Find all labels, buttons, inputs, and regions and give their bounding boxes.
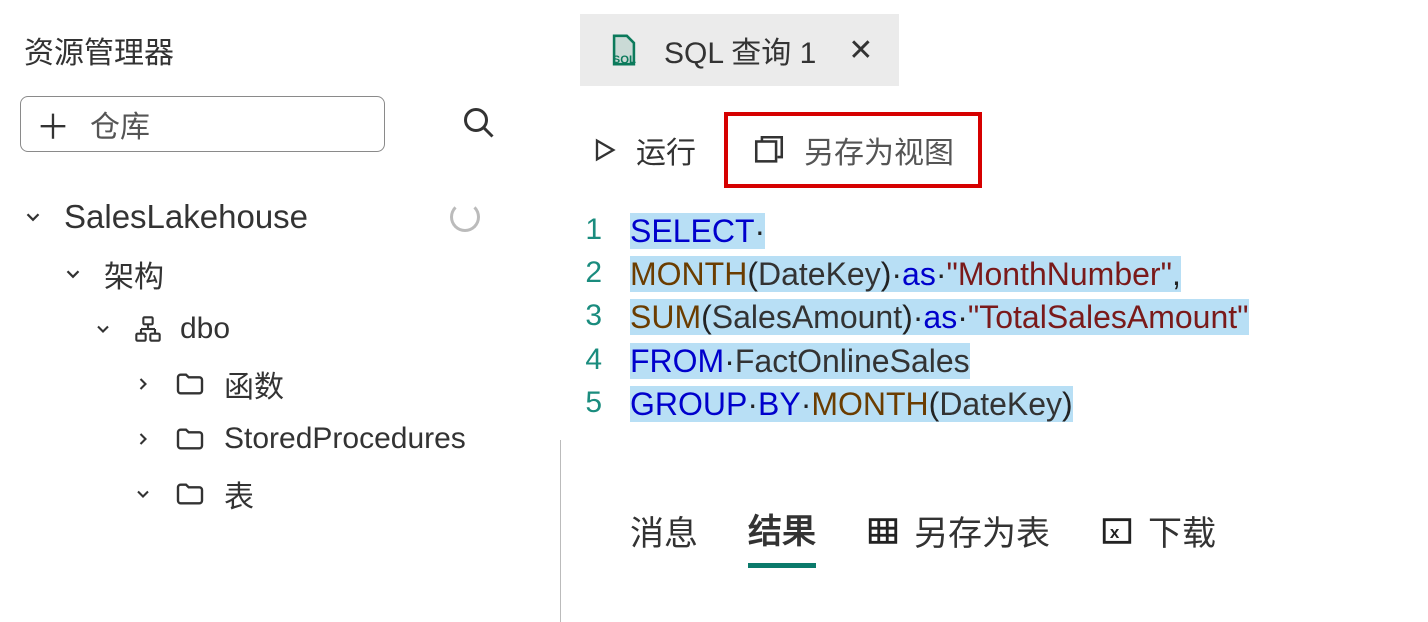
search-icon bbox=[461, 105, 497, 141]
code-line: 2 MONTH(DateKey)·as·"MonthNumber", bbox=[570, 253, 1408, 296]
tab-label: SQL 查询 1 bbox=[664, 28, 816, 72]
code-line: 4 FROM·FactOnlineSales bbox=[570, 340, 1408, 383]
tree-storedprocedures-row[interactable]: StoredProcedures bbox=[20, 414, 540, 464]
folder-icon bbox=[174, 368, 206, 400]
save-table-label: 另存为表 bbox=[914, 506, 1050, 555]
schema-icon bbox=[134, 315, 162, 343]
storedprocedures-label: StoredProcedures bbox=[224, 422, 466, 456]
explorer-tree: SalesLakehouse 架构 dbo 函数 bbox=[20, 190, 540, 524]
divider bbox=[560, 440, 561, 622]
tree-database-row[interactable]: SalesLakehouse bbox=[20, 190, 540, 244]
tree-functions-row[interactable]: 函数 bbox=[20, 354, 540, 414]
editor-panel: SQL SQL 查询 1 ✕ 运行 另存为视图 1 SELECT· 2 MONT… bbox=[560, 0, 1428, 622]
schema-group-label: 架构 bbox=[104, 252, 164, 296]
chevron-down-icon bbox=[130, 481, 156, 507]
line-number: 3 bbox=[570, 296, 630, 337]
line-number: 5 bbox=[570, 383, 630, 424]
tables-label: 表 bbox=[224, 472, 254, 516]
chevron-down-icon bbox=[60, 261, 86, 287]
code-line: 5 GROUP·BY·MONTH(DateKey) bbox=[570, 383, 1408, 426]
tree-dbo-row[interactable]: dbo bbox=[20, 304, 540, 354]
code-line: 3 SUM(SalesAmount)·as·"TotalSalesAmount" bbox=[570, 296, 1408, 339]
database-label: SalesLakehouse bbox=[64, 198, 308, 236]
search-button[interactable] bbox=[455, 99, 503, 150]
query-tab[interactable]: SQL SQL 查询 1 ✕ bbox=[580, 14, 899, 86]
chevron-right-icon bbox=[130, 426, 156, 452]
plus-icon: ＋ bbox=[36, 100, 70, 149]
sql-file-icon: SQL bbox=[606, 33, 642, 67]
new-warehouse-label: 仓库 bbox=[90, 102, 150, 146]
new-warehouse-button[interactable]: ＋ 仓库 bbox=[20, 96, 385, 152]
download-button[interactable]: x 下载 bbox=[1100, 506, 1216, 565]
download-label: 下载 bbox=[1148, 506, 1216, 555]
chevron-down-icon bbox=[20, 204, 46, 230]
save-as-view-button[interactable]: 另存为视图 bbox=[724, 112, 982, 188]
save-as-table-button[interactable]: 另存为表 bbox=[866, 506, 1050, 565]
dbo-label: dbo bbox=[180, 312, 230, 346]
results-label: 结果 bbox=[748, 504, 816, 553]
explorer-title: 资源管理器 bbox=[24, 28, 540, 72]
run-button[interactable]: 运行 bbox=[590, 128, 696, 172]
close-icon[interactable]: ✕ bbox=[848, 33, 873, 68]
table-icon bbox=[866, 514, 900, 548]
loading-spinner-icon bbox=[450, 202, 480, 232]
code-line: 1 SELECT· bbox=[570, 210, 1408, 253]
play-icon bbox=[590, 136, 618, 164]
run-label: 运行 bbox=[636, 128, 696, 172]
svg-text:x: x bbox=[1110, 523, 1120, 542]
sql-editor[interactable]: 1 SELECT· 2 MONTH(DateKey)·as·"MonthNumb… bbox=[560, 206, 1428, 436]
chevron-down-icon bbox=[90, 316, 116, 342]
editor-toolbar: 运行 另存为视图 bbox=[560, 86, 1428, 206]
folder-icon bbox=[174, 478, 206, 510]
save-view-label: 另存为视图 bbox=[804, 128, 954, 172]
messages-tab[interactable]: 消息 bbox=[630, 506, 698, 565]
line-number: 2 bbox=[570, 253, 630, 294]
excel-icon: x bbox=[1100, 514, 1134, 548]
functions-label: 函数 bbox=[224, 362, 284, 406]
svg-text:SQL: SQL bbox=[613, 54, 636, 66]
folder-icon bbox=[174, 423, 206, 455]
messages-label: 消息 bbox=[630, 506, 698, 555]
tab-bar: SQL SQL 查询 1 ✕ bbox=[560, 0, 1428, 86]
tree-tables-row[interactable]: 表 bbox=[20, 464, 540, 524]
chevron-right-icon bbox=[130, 371, 156, 397]
save-view-icon bbox=[752, 133, 786, 167]
tree-schema-row[interactable]: 架构 bbox=[20, 244, 540, 304]
explorer-search-row: ＋ 仓库 bbox=[20, 96, 540, 152]
explorer-panel: 资源管理器 ＋ 仓库 SalesLakehouse 架构 bbox=[0, 0, 560, 622]
results-tabs: 消息 结果 另存为表 x 下载 bbox=[560, 486, 1428, 568]
line-number: 4 bbox=[570, 340, 630, 381]
results-tab[interactable]: 结果 bbox=[748, 504, 816, 568]
line-number: 1 bbox=[570, 210, 630, 251]
